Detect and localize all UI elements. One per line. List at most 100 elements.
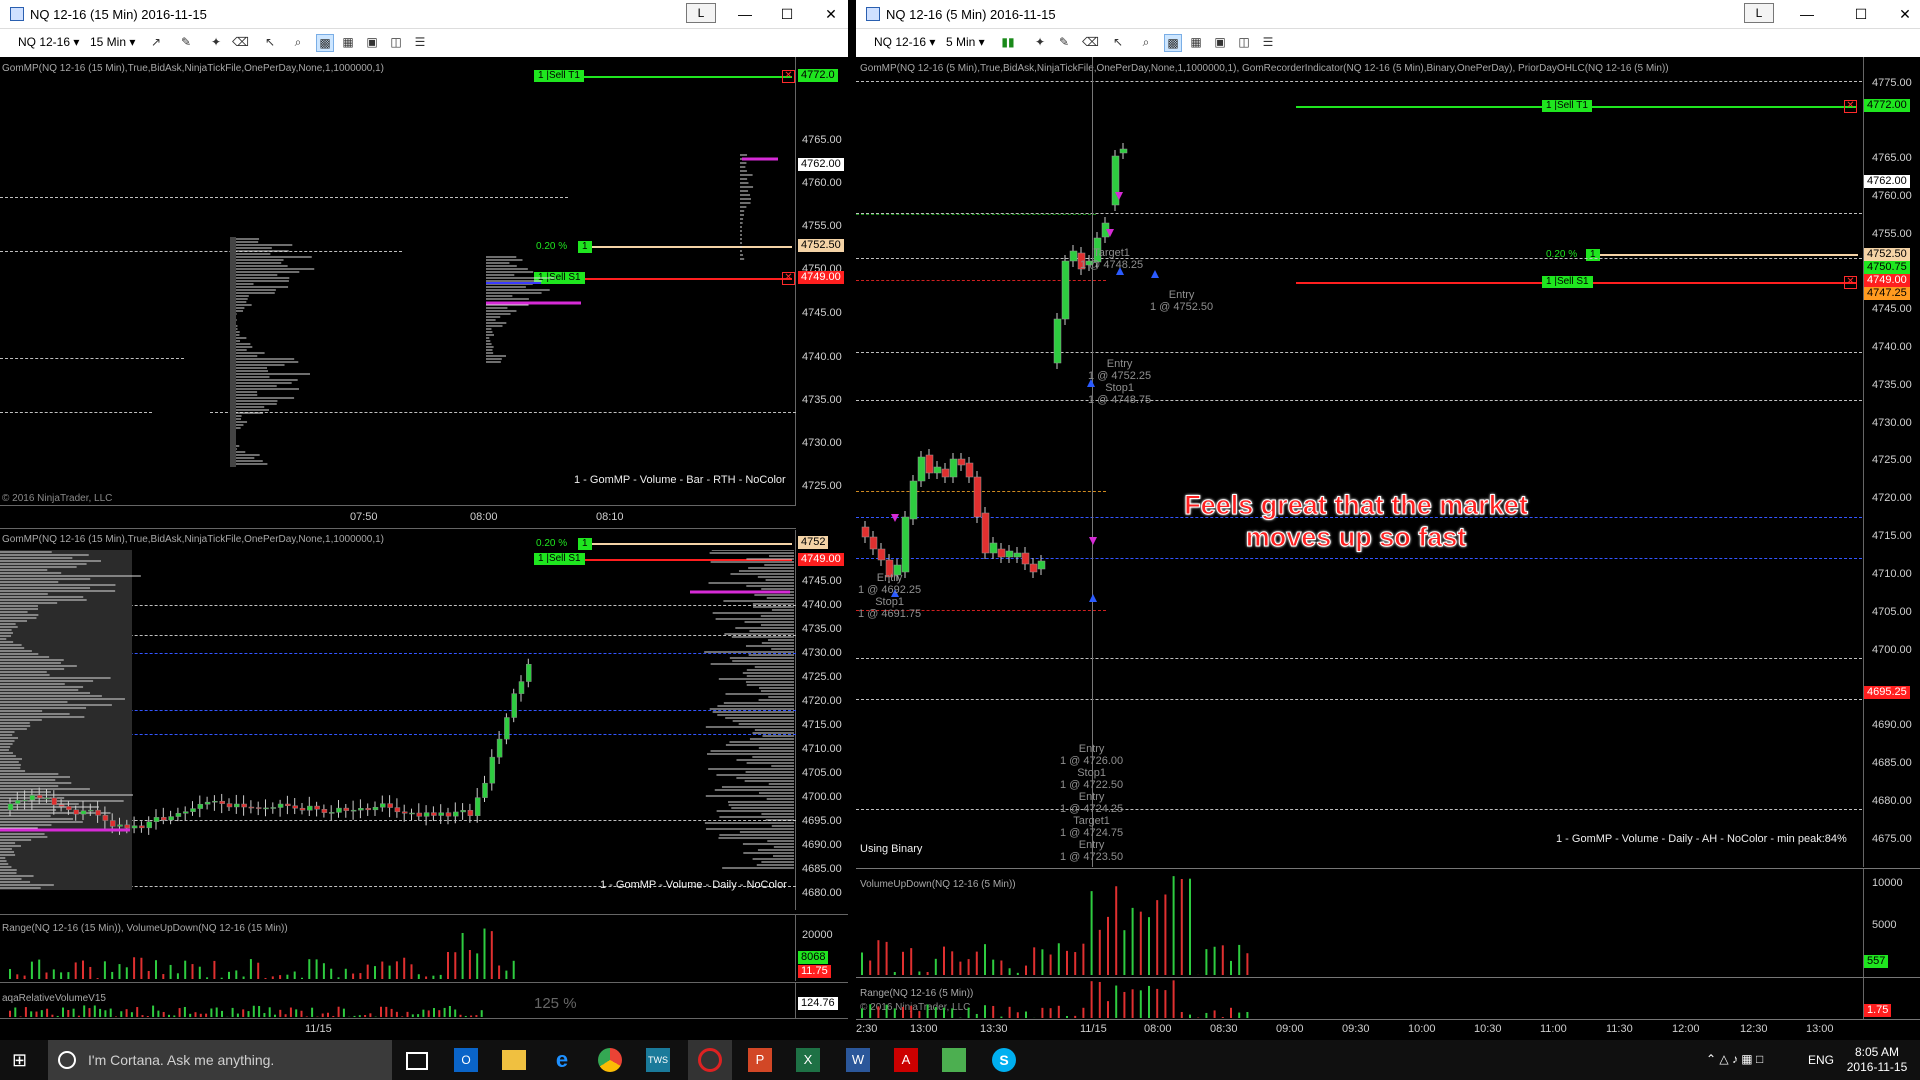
bar-type-icon[interactable]: ▮▮: [1000, 34, 1016, 50]
remove-order-icon[interactable]: ✕: [782, 70, 795, 83]
file-explorer-icon[interactable]: [502, 1050, 526, 1070]
link-button[interactable]: L: [686, 3, 716, 23]
zoom-icon[interactable]: ⌕: [290, 34, 306, 50]
app-icon[interactable]: [942, 1048, 966, 1072]
mid-price-axis[interactable]: 4745.00 4740.00 4735.00 4730.00 4725.00 …: [795, 530, 848, 910]
powerpoint-icon[interactable]: P: [748, 1048, 772, 1072]
left-titlebar[interactable]: NQ 12-16 (15 Min) 2016-11-15 L — ☐ ✕: [0, 0, 848, 28]
current-price: 4762.00: [798, 158, 844, 171]
ninjatrader-taskbar-item[interactable]: [688, 1040, 732, 1080]
chrome-icon[interactable]: [598, 1048, 622, 1072]
sell-s1-price: 4749.00: [798, 271, 844, 284]
candle-body: [175, 813, 182, 817]
price-chart: [0, 550, 794, 889]
clock[interactable]: 8:05 AM 2016-11-15: [1840, 1045, 1914, 1075]
chart-type-icon[interactable]: ▩: [316, 34, 334, 52]
axis-tick: 4735.00: [1872, 379, 1912, 391]
left-top-panel[interactable]: GomMP(NQ 12-16 (15 Min),True,BidAsk,Ninj…: [0, 57, 848, 505]
rel-value: 124.76: [798, 997, 838, 1010]
maximize-icon[interactable]: ☐: [1846, 4, 1876, 24]
system-tray-icons[interactable]: ⌃ △ ♪ ▦ □: [1706, 1052, 1763, 1066]
minimize-icon[interactable]: —: [730, 4, 760, 24]
edge-icon[interactable]: e: [550, 1048, 574, 1072]
minimize-icon[interactable]: —: [1792, 4, 1822, 24]
skype-icon[interactable]: S: [992, 1048, 1016, 1072]
language-indicator[interactable]: ENG: [1808, 1053, 1834, 1067]
maximize-icon[interactable]: ☐: [772, 4, 802, 24]
word-icon[interactable]: W: [846, 1048, 870, 1072]
right-main-panel[interactable]: GomMP(NQ 12-16 (5 Min),True,BidAsk,Ninja…: [856, 57, 1920, 867]
properties-icon[interactable]: ☰: [1260, 34, 1276, 50]
tws-icon[interactable]: TWS: [646, 1048, 670, 1072]
qty-tag[interactable]: 1: [578, 241, 592, 253]
chart-type-icon[interactable]: ▩: [1164, 34, 1182, 52]
image-icon[interactable]: ▣: [1212, 34, 1228, 50]
interval-selector[interactable]: 5 Min ▾: [946, 35, 985, 49]
data-box-icon[interactable]: ◫: [1236, 34, 1252, 50]
time-label: 13:00: [1806, 1023, 1834, 1035]
instrument-selector[interactable]: NQ 12-16 ▾: [874, 35, 935, 49]
pdf-icon[interactable]: A: [894, 1048, 918, 1072]
candle-body: [453, 811, 459, 817]
candle-body: [80, 810, 87, 815]
qty-tag[interactable]: 1: [578, 538, 592, 550]
axis-tick: 4740.00: [802, 599, 842, 611]
time-label: 08:00: [1144, 1023, 1172, 1035]
remove-order-icon[interactable]: ✕: [782, 272, 795, 285]
windows-start-icon[interactable]: ⊞: [12, 1050, 32, 1070]
axis-tick: 10000: [1872, 877, 1903, 889]
grid-icon[interactable]: ▦: [1188, 34, 1204, 50]
candle-body: [350, 809, 357, 812]
axis-tick: 4745.00: [802, 307, 842, 319]
candle-body: [394, 807, 401, 813]
candle-body: [7, 803, 14, 811]
axis-tick: 4730.00: [802, 437, 842, 449]
eraser-icon[interactable]: ⌫: [1082, 34, 1099, 50]
candle-body: [438, 812, 444, 816]
right-range-panel[interactable]: Range(NQ 12-16 (5 Min)) © 2016 NinjaTrad…: [856, 977, 1920, 1020]
right-titlebar[interactable]: NQ 12-16 (5 Min) 2016-11-15 L — ☐ ✕: [856, 0, 1920, 28]
close-icon[interactable]: ✕: [816, 4, 846, 24]
close-icon[interactable]: ✕: [1890, 4, 1920, 24]
properties-icon[interactable]: ☰: [412, 34, 428, 50]
outlook-icon[interactable]: O: [454, 1048, 478, 1072]
data-box-icon[interactable]: ◫: [388, 34, 404, 50]
entry-line: [590, 543, 792, 545]
candle-body: [109, 820, 116, 827]
left-mid-panel[interactable]: GomMP(NQ 12-16 (15 Min),True,BidAsk,Ninj…: [0, 530, 848, 910]
pointer-icon[interactable]: ↖: [262, 34, 278, 50]
pencil-icon[interactable]: ✎: [178, 34, 194, 50]
magic-icon[interactable]: ✦: [1032, 34, 1048, 50]
candle-body: [526, 664, 532, 682]
left-toolbar: NQ 12-16 ▾ 15 Min ▾ ↗ ✎ ✦ ⌫ ↖ ⌕ ▩ ▦ ▣ ◫ …: [0, 28, 848, 58]
magic-icon[interactable]: ✦: [208, 34, 224, 50]
right-volume-panel[interactable]: VolumeUpDown(NQ 12-16 (5 Min)) 10000 500…: [856, 868, 1920, 977]
time-label: 12:00: [1672, 1023, 1700, 1035]
line-tool-icon[interactable]: ↗: [148, 34, 164, 50]
zoom-icon[interactable]: ⌕: [1138, 34, 1154, 50]
pencil-icon[interactable]: ✎: [1056, 34, 1072, 50]
sell-s1-line[interactable]: [580, 278, 792, 280]
taskbar: ⊞ I'm Cortana. Ask me anything. O e TWS …: [0, 1040, 1920, 1080]
candle-body: [36, 795, 43, 799]
candle-body: [270, 807, 277, 809]
axis-tick: 4775.00: [1872, 77, 1912, 89]
entry-price: 4752: [798, 536, 829, 549]
task-view-icon[interactable]: [406, 1052, 428, 1070]
instrument-selector[interactable]: NQ 12-16 ▾: [18, 35, 79, 49]
link-button[interactable]: L: [1744, 3, 1774, 23]
image-icon[interactable]: ▣: [364, 34, 380, 50]
pointer-icon[interactable]: ↖: [1110, 34, 1126, 50]
cortana-search[interactable]: I'm Cortana. Ask me anything.: [48, 1040, 392, 1080]
left-rel-panel[interactable]: aqaRelativeVolumeV15 125 % 124.76: [0, 982, 848, 1019]
grid-icon[interactable]: ▦: [340, 34, 356, 50]
interval-selector[interactable]: 15 Min ▾: [90, 35, 135, 49]
excel-icon[interactable]: X: [796, 1048, 820, 1072]
candle-body: [102, 815, 109, 821]
candle-body: [416, 812, 423, 817]
axis-tick: 4730.00: [802, 647, 842, 659]
eraser-icon[interactable]: ⌫: [232, 34, 249, 50]
sell-t1-line[interactable]: [580, 76, 792, 78]
sell-t1-tag[interactable]: 1 |Sell T1: [534, 70, 584, 82]
left-range-panel[interactable]: Range(NQ 12-16 (15 Min)), VolumeUpDown(N…: [0, 914, 848, 981]
